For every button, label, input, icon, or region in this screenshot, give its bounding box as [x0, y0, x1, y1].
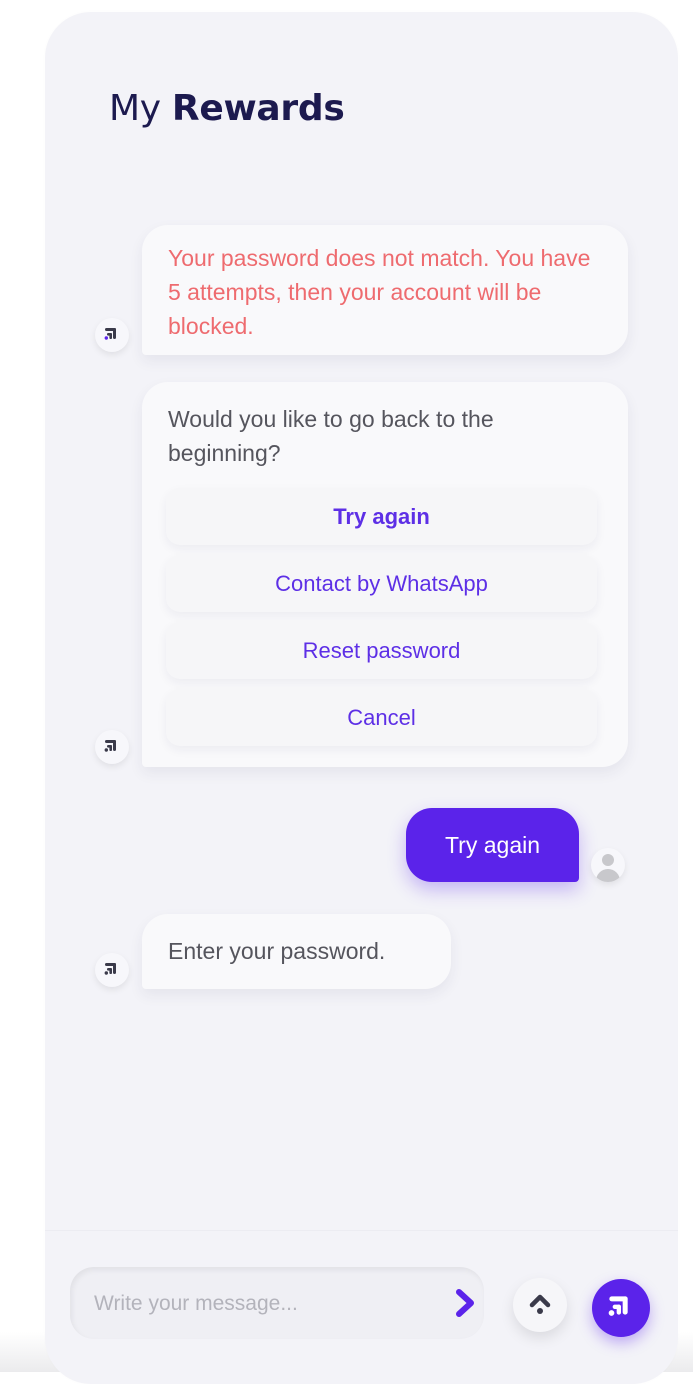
title-prefix: My — [109, 88, 161, 129]
page-title: My Rewards — [109, 88, 345, 129]
chat-screen: My Rewards Your password does not match.… — [45, 12, 678, 1384]
message-input[interactable] — [92, 1285, 426, 1323]
user-avatar-icon — [591, 848, 625, 882]
title-bold: Rewards — [171, 88, 345, 129]
error-message-bubble: Your password does not match. You have 5… — [142, 225, 628, 355]
error-message-text: Your password does not match. You have 5… — [168, 245, 591, 339]
send-button[interactable] — [447, 1282, 483, 1324]
chevron-up-icon — [529, 1294, 551, 1314]
prompt-message-text: Enter your password. — [168, 938, 386, 964]
bot-avatar-icon — [95, 318, 129, 352]
user-reply-text: Try again — [444, 832, 541, 858]
contact-whatsapp-button[interactable]: Contact by WhatsApp — [166, 555, 597, 612]
cancel-button[interactable]: Cancel — [166, 689, 597, 746]
reset-password-button[interactable]: Reset password — [166, 622, 597, 679]
user-reply-bubble: Try again — [406, 808, 579, 882]
bot-avatar-icon — [95, 730, 129, 764]
chevron-right-icon — [456, 1289, 474, 1317]
options-message-bubble: Would you like to go back to the beginni… — [142, 382, 628, 767]
scroll-up-button[interactable] — [513, 1278, 567, 1332]
chatbot-logo-icon — [608, 1296, 628, 1316]
prompt-message-bubble: Enter your password. — [142, 914, 451, 989]
try-again-button[interactable]: Try again — [166, 488, 597, 545]
composer-divider — [45, 1230, 678, 1231]
chatbot-button[interactable] — [592, 1279, 650, 1337]
question-text: Would you like to go back to the beginni… — [168, 406, 494, 466]
bot-avatar-icon — [95, 953, 129, 987]
message-composer — [70, 1267, 484, 1339]
